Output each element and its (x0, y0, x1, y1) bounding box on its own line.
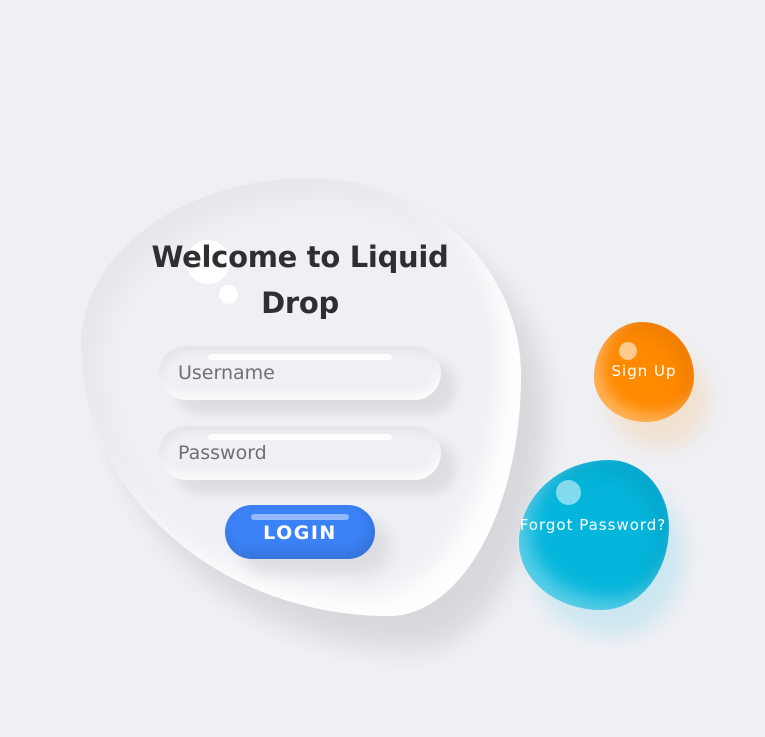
signup-label: Sign Up (611, 362, 677, 380)
signup-button[interactable]: Sign Up (594, 322, 694, 422)
password-field[interactable] (159, 426, 441, 480)
drop-highlight (619, 342, 637, 360)
username-input[interactable] (159, 346, 441, 400)
forgot-password-label: Forgot Password? (519, 516, 667, 534)
page-title: Welcome to Liquid Drop (151, 240, 449, 320)
page: Welcome to Liquid Drop LOGIN Sign Up For… (0, 0, 765, 737)
drop-highlight (556, 480, 581, 505)
button-highlight (251, 514, 349, 520)
password-input[interactable] (159, 426, 441, 480)
forgot-password-button[interactable]: Forgot Password? (519, 460, 669, 610)
username-field[interactable] (159, 346, 441, 400)
login-button-label: LOGIN (263, 522, 337, 544)
login-button[interactable]: LOGIN (225, 505, 375, 559)
